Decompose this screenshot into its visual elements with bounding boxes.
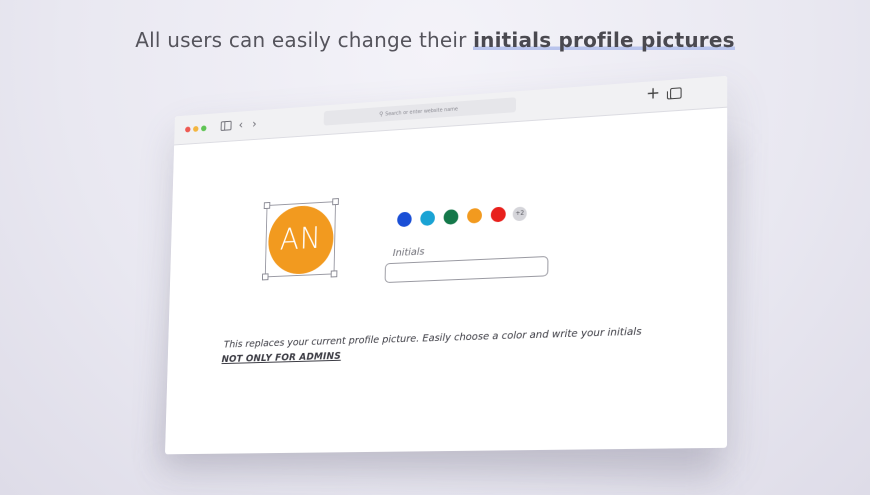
close-window-dot[interactable]	[185, 126, 191, 133]
search-icon: ⚲	[379, 110, 384, 118]
description-text: This replaces your current profile pictu…	[223, 326, 642, 351]
admins-note: NOT ONLY FOR ADMINS	[221, 350, 342, 366]
color-swatch[interactable]	[420, 210, 436, 227]
headline: All users can easily change their initia…	[0, 28, 870, 52]
headline-prefix: All users can easily change their	[135, 28, 474, 52]
color-swatch[interactable]	[490, 206, 506, 223]
maximize-window-dot[interactable]	[201, 125, 207, 132]
headline-highlight: initials profile pictures	[473, 28, 735, 52]
color-swatch[interactable]	[397, 211, 412, 228]
resize-handle-bottom-right[interactable]	[330, 270, 338, 278]
selection-box	[264, 201, 337, 278]
sidebar-icon[interactable]	[220, 120, 232, 131]
address-bar-placeholder: Search or enter website name	[385, 106, 458, 118]
color-swatch[interactable]	[443, 209, 459, 225]
resize-handle-top-right[interactable]	[332, 198, 339, 206]
more-colors-button[interactable]: +2	[512, 206, 527, 222]
minimize-window-dot[interactable]	[193, 125, 199, 132]
address-bar[interactable]: ⚲ Search or enter website name	[323, 97, 517, 126]
color-swatch[interactable]	[467, 207, 483, 224]
browser-window: ‹ › ⚲ Search or enter website name + AN +…	[164, 75, 728, 455]
tabs-icon[interactable]	[670, 87, 682, 100]
plus-icon[interactable]: +	[646, 83, 660, 103]
avatar-editor[interactable]: AN	[261, 198, 339, 281]
resize-handle-bottom-left[interactable]	[261, 273, 269, 281]
initials-input[interactable]	[384, 255, 549, 284]
chevron-right-icon[interactable]: ›	[252, 117, 257, 131]
browser-toolbar: ‹ › ⚲ Search or enter website name +	[174, 75, 728, 146]
resize-handle-top-left[interactable]	[263, 201, 271, 210]
chevron-left-icon[interactable]: ‹	[239, 118, 244, 132]
initials-label: Initials	[392, 246, 425, 259]
